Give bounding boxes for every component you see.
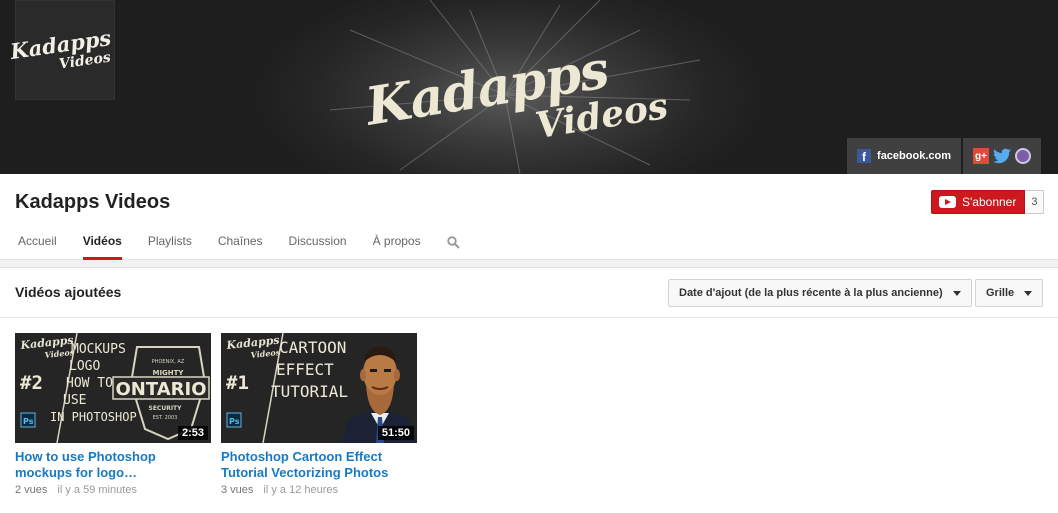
channel-header: Kadapps Videos S'abonner 3 Accueil Vidéo…	[0, 174, 1058, 260]
videos-section: Vidéos ajoutées Date d'ajout (de la plus…	[0, 267, 1058, 513]
video-card: Kadapps Videos #2 MOCKUPS LOGO HOW TO US…	[15, 333, 211, 496]
tab-accueil[interactable]: Accueil	[0, 230, 70, 260]
subscribe-label: S'abonner	[962, 195, 1017, 209]
chevron-down-icon	[952, 290, 961, 296]
subscriber-count: 3	[1025, 190, 1045, 214]
video-title[interactable]: Photoshop Cartoon Effect Tutorial Vector…	[221, 449, 417, 481]
social-links: g+	[963, 138, 1041, 174]
facebook-icon: f	[857, 149, 872, 163]
tab-videos[interactable]: Vidéos	[70, 230, 135, 260]
section-divider	[0, 317, 1058, 318]
badge-top-text: MIGHTY	[152, 369, 184, 377]
thumb-word-1: CARTOON	[279, 338, 346, 357]
view-mode-label: Grille	[986, 287, 1015, 299]
tab-a-propos[interactable]: À propos	[360, 230, 434, 260]
channel-banner: Kadapps Videos Kadapps Videos f facebook…	[0, 0, 1058, 174]
sort-dropdown-label: Date d'ajout (de la plus récente à la pl…	[679, 287, 943, 299]
photoshop-icon: Ps	[229, 417, 240, 426]
google-plus-icon[interactable]: g+	[973, 148, 989, 164]
banner-brand-logo: Kadapps Videos	[360, 39, 671, 150]
channel-tabs: Accueil Vidéos Playlists Chaînes Discuss…	[0, 230, 473, 260]
video-duration: 2:53	[177, 426, 208, 440]
video-title-line2: Tutorial Vectorizing Photos	[221, 465, 389, 480]
sort-dropdown[interactable]: Date d'ajout (de la plus récente à la pl…	[668, 279, 972, 307]
badge-est-text: EST. 2003	[153, 415, 178, 421]
badge-bottom-text: SECURITY	[149, 405, 183, 412]
thumb-word-2: LOGO	[69, 359, 100, 374]
thumb-number: #1	[226, 372, 249, 394]
badge-small-text: PHOENIX, AZ	[152, 359, 185, 365]
channel-title[interactable]: Kadapps Videos	[15, 191, 170, 214]
video-age: il y a 59 minutes	[57, 484, 137, 496]
video-title-line2: mockups for logo…	[15, 465, 138, 480]
facebook-link[interactable]: f facebook.com	[847, 138, 961, 174]
section-title: Vidéos ajoutées	[15, 284, 122, 300]
tab-playlists[interactable]: Playlists	[135, 230, 205, 260]
video-card: Kadapps Videos #1 CARTOON EFFECT TUTORIA…	[221, 333, 417, 496]
photoshop-icon: Ps	[23, 417, 34, 426]
video-title[interactable]: How to use Photoshop mockups for logo…	[15, 449, 211, 481]
subscribe-button[interactable]: S'abonner	[931, 190, 1026, 214]
thumb-word-4: USE	[63, 393, 86, 408]
thumb-word-3: TUTORIAL	[271, 382, 348, 401]
view-mode-dropdown[interactable]: Grille	[975, 279, 1044, 307]
channel-avatar[interactable]: Kadapps Videos	[9, 0, 115, 100]
website-icon[interactable]	[1015, 148, 1031, 164]
badge-main-text: ONTARIO	[115, 379, 206, 400]
thumb-word-5: IN PHOTOSHOP	[50, 410, 137, 424]
tab-chaines[interactable]: Chaînes	[205, 230, 276, 260]
facebook-link-label: facebook.com	[877, 150, 951, 162]
video-duration: 51:50	[377, 426, 414, 440]
video-meta: 2 vues il y a 59 minutes	[15, 484, 211, 496]
video-title-line1: How to use Photoshop	[15, 449, 156, 464]
youtube-play-icon	[939, 196, 956, 208]
channel-search-button[interactable]	[434, 230, 473, 260]
thumb-word-3: HOW TO	[66, 376, 113, 391]
twitter-icon[interactable]	[993, 148, 1011, 164]
video-meta: 3 vues il y a 12 heures	[221, 484, 417, 496]
thumb-word-2: EFFECT	[276, 360, 334, 379]
tab-discussion[interactable]: Discussion	[276, 230, 360, 260]
video-thumbnail[interactable]: Kadapps Videos #2 MOCKUPS LOGO HOW TO US…	[15, 333, 211, 443]
thumb-word-1: MOCKUPS	[71, 342, 126, 357]
search-icon	[446, 236, 460, 249]
video-age: il y a 12 heures	[263, 484, 339, 496]
video-views: 2 vues	[15, 484, 48, 496]
thumb-number: #2	[20, 372, 43, 394]
video-thumbnail[interactable]: Kadapps Videos #1 CARTOON EFFECT TUTORIA…	[221, 333, 417, 443]
video-views: 3 vues	[221, 484, 254, 496]
chevron-down-icon	[1024, 290, 1033, 296]
subscribe-widget: S'abonner 3	[931, 190, 1045, 214]
banner-links: f facebook.com g+	[847, 138, 1041, 174]
video-title-line1: Photoshop Cartoon Effect	[221, 449, 383, 464]
